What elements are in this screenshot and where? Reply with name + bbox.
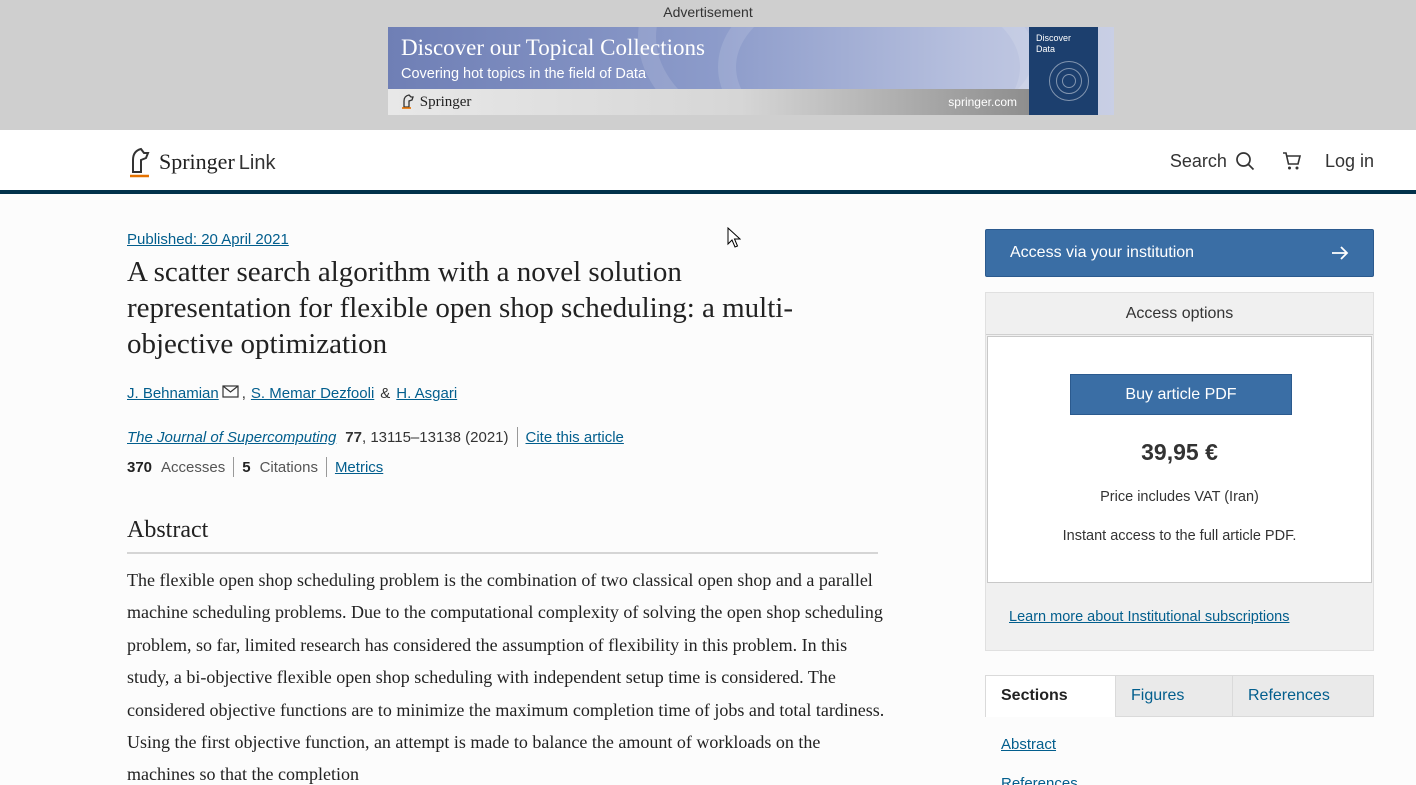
abstract-text: The flexible open shop scheduling proble… <box>127 570 885 785</box>
access-options-heading: Access options <box>986 293 1373 335</box>
advertisement-title: Discover our Topical Collections <box>401 35 705 60</box>
section-link-abstract[interactable]: Abstract <box>1001 736 1056 753</box>
arrow-right-icon <box>1332 246 1349 260</box>
author-ampersand: & <box>380 385 391 402</box>
logo-main: Springer <box>159 149 235 174</box>
advertisement-strip: Springer springer.com <box>388 89 1029 115</box>
section-link-references[interactable]: References <box>1001 775 1078 785</box>
advertisement-banner[interactable]: Discover our Topical Collections Coverin… <box>388 27 1114 115</box>
tab-references[interactable]: References <box>1232 676 1373 716</box>
search-icon <box>1236 152 1255 171</box>
access-options-box: Access options Buy article PDF 39,95 € P… <box>985 292 1374 651</box>
advertisement-bar: Advertisement Discover our Topical Colle… <box>0 0 1416 130</box>
advertisement-label: Advertisement <box>663 4 753 20</box>
access-via-institution-button[interactable]: Access via your institution <box>985 229 1374 277</box>
vat-note: Price includes VAT (Iran) <box>1100 489 1259 505</box>
springer-horse-icon <box>130 147 150 178</box>
journal-cover-image: Discover Data <box>1029 27 1098 115</box>
learn-more-subscriptions-link[interactable]: Learn more about Institutional subscript… <box>1009 609 1290 625</box>
citations-label: Citations <box>259 458 318 476</box>
header-nav: Search Log in <box>1170 150 1374 172</box>
buy-article-panel: Buy article PDF 39,95 € Price includes V… <box>987 336 1372 583</box>
author-link-3[interactable]: H. Asgari <box>396 385 457 402</box>
article-price: 39,95 € <box>1141 439 1218 465</box>
article-metrics: 370 Accesses 5 Citations Metrics <box>127 457 383 477</box>
search-label: Search <box>1169 150 1227 171</box>
journal-pages-year: , 13115–13138 (2021) <box>361 428 509 446</box>
author-link-2[interactable]: S. Memar Dezfooli <box>251 385 374 402</box>
email-icon[interactable] <box>222 385 239 402</box>
site-header: Springer Link Search Log in <box>0 130 1416 194</box>
search-button[interactable]: Search <box>1170 151 1255 172</box>
cite-this-article-link[interactable]: Cite this article <box>526 429 624 446</box>
author-list: J. Behnamian , S. Memar Dezfooli & H. As… <box>127 385 457 402</box>
springer-horse-logo-icon: Springer <box>400 93 471 111</box>
logo-wordmark: Springer Link <box>159 149 275 175</box>
cover-title: Discover Data <box>1036 33 1072 54</box>
advertisement-brand: Springer <box>419 94 472 110</box>
login-link[interactable]: Log in <box>1325 151 1374 172</box>
sidebar-tabs: Sections Figures References <box>985 675 1374 717</box>
metrics-link[interactable]: Metrics <box>335 459 383 476</box>
citations-count: 5 <box>242 458 251 476</box>
tab-sections[interactable]: Sections <box>986 676 1115 717</box>
author-separator: , <box>241 385 246 402</box>
abstract-heading: Abstract <box>127 517 878 554</box>
divider <box>233 457 235 477</box>
article-title: A scatter search algorithm with a novel … <box>127 256 794 360</box>
divider <box>516 427 518 447</box>
cart-icon[interactable] <box>1281 150 1303 172</box>
mouse-cursor-icon <box>727 227 741 248</box>
journal-info: The Journal of Supercomputing 77 , 13115… <box>127 427 624 447</box>
buy-article-pdf-button[interactable]: Buy article PDF <box>1070 374 1292 415</box>
tab-figures[interactable]: Figures <box>1115 676 1232 716</box>
accesses-count: 370 <box>127 458 153 476</box>
journal-link[interactable]: The Journal of Supercomputing <box>127 429 336 446</box>
advertisement-url: springer.com <box>948 95 1017 109</box>
logo-sub: Link <box>238 152 276 174</box>
springerlink-logo[interactable]: Springer Link <box>127 146 275 178</box>
accesses-label: Accesses <box>161 458 226 476</box>
divider <box>325 457 327 477</box>
access-via-institution-label: Access via your institution <box>1010 244 1195 261</box>
advertisement-subtitle: Covering hot topics in the field of Data <box>401 66 647 82</box>
author-link-1[interactable]: J. Behnamian <box>127 385 219 402</box>
journal-volume: 77 <box>345 428 362 446</box>
published-date-link[interactable]: Published: 20 April 2021 <box>127 231 289 248</box>
login-label: Log in <box>1324 150 1374 171</box>
instant-access-note: Instant access to the full article PDF. <box>1062 528 1297 544</box>
